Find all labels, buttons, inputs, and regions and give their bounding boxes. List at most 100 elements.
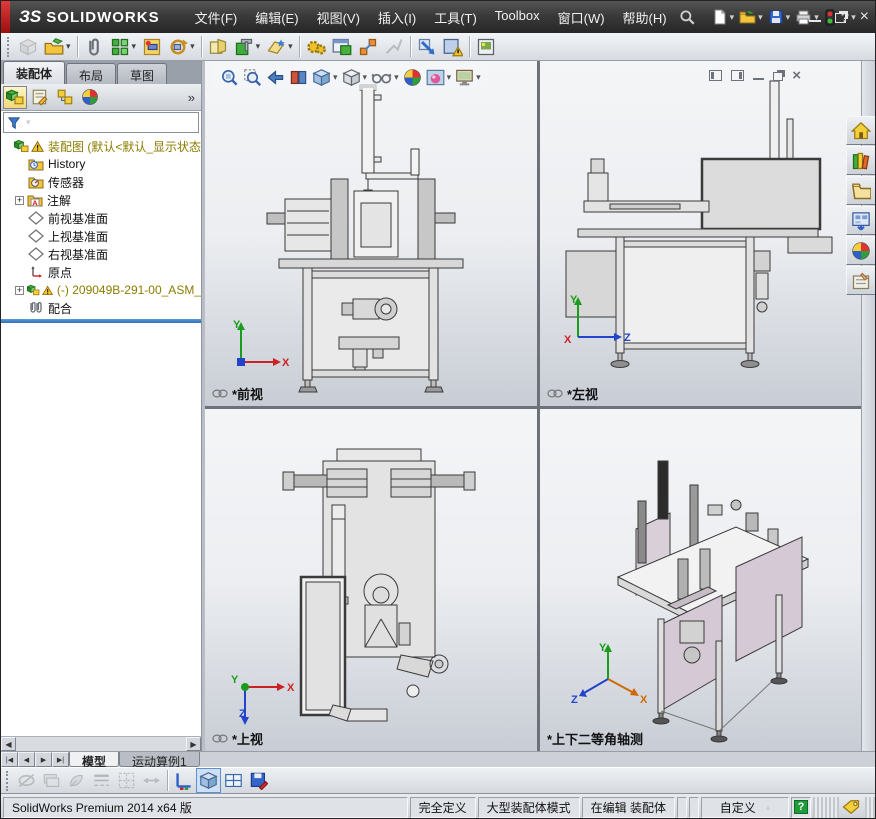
file-explorer-icon[interactable]: [846, 176, 875, 205]
previous-view-button[interactable]: [265, 67, 286, 88]
viewport-horizontal-splitter[interactable]: [205, 406, 861, 409]
search-icon[interactable]: [678, 8, 696, 26]
shaded-display-button[interactable]: [196, 768, 221, 793]
tree-item-sensors[interactable]: 传感器: [1, 173, 201, 191]
solidworks-resources-home-icon[interactable]: [846, 116, 875, 145]
open-button[interactable]: ▾: [737, 7, 765, 27]
appearances-icon[interactable]: [846, 236, 875, 265]
viewport-front[interactable]: Y X *前视: [205, 61, 537, 406]
linear-component-pattern-button[interactable]: ▾: [107, 34, 140, 60]
propertymanager-tab[interactable]: [28, 86, 52, 109]
expand-icon[interactable]: +: [15, 285, 24, 295]
displaymanager-tab[interactable]: [78, 86, 102, 109]
mate-button[interactable]: [81, 34, 107, 60]
view-palette-icon[interactable]: [846, 206, 875, 235]
scroll-track[interactable]: [16, 737, 186, 751]
tag-icon[interactable]: [841, 798, 861, 816]
show-hidden-components-button[interactable]: [205, 34, 231, 60]
next-tab-button[interactable]: ▶: [35, 752, 52, 767]
section-view-button[interactable]: [288, 67, 309, 88]
save-button[interactable]: ▾: [766, 7, 793, 27]
bill-of-materials-button[interactable]: [329, 34, 355, 60]
featuremanager-tab[interactable]: [3, 85, 27, 109]
toolbar-grip[interactable]: [6, 770, 11, 791]
toolbar-grip[interactable]: [7, 36, 12, 57]
status-custom-dropdown[interactable]: 自定义 ▴: [701, 796, 789, 818]
tree-item-mates[interactable]: 配合: [1, 299, 201, 317]
viewport-left[interactable]: Y Z X *左视: [540, 61, 861, 406]
doc-close-button[interactable]: ×: [792, 68, 801, 83]
tree-item-top-plane[interactable]: 上视基准面: [1, 227, 201, 245]
reference-geometry-button[interactable]: ▾: [263, 34, 296, 60]
open-insert-button[interactable]: ▾: [41, 34, 74, 60]
tree-item-assembly-root[interactable]: 装配图 (默认<默认_显示状态: [1, 137, 201, 155]
first-tab-button[interactable]: |◀: [1, 752, 18, 767]
expand-icon[interactable]: +: [15, 195, 24, 205]
assembly-xpert-button[interactable]: [440, 34, 466, 60]
panel-horizontal-scrollbar: ◀ ▶: [1, 736, 201, 751]
tab-layout[interactable]: 布局: [66, 63, 117, 84]
menu-file[interactable]: 文件(F): [186, 3, 247, 32]
tree-item-right-plane[interactable]: 右视基准面: [1, 245, 201, 263]
edit-appearance-button[interactable]: [402, 67, 423, 88]
tab-assembly[interactable]: 装配体: [3, 61, 66, 84]
collapse-left-pane-button[interactable]: [709, 70, 723, 81]
zoom-to-fit-button[interactable]: [219, 67, 240, 88]
menu-tools[interactable]: 工具(T): [425, 3, 486, 32]
menu-toolbox[interactable]: Toolbox: [486, 3, 549, 32]
viewport-isometric[interactable]: Y X Z *上下二等角轴测: [540, 409, 861, 751]
coordinate-system-button[interactable]: [171, 768, 196, 793]
status-editing: 在编辑 装配体: [581, 796, 675, 818]
new-document-button[interactable]: ▾: [710, 7, 737, 27]
menu-help[interactable]: 帮助(H): [614, 3, 676, 32]
interference-detection-button[interactable]: [414, 34, 440, 60]
hide-show-items-button[interactable]: ▾: [370, 67, 400, 88]
doc-minimize-button[interactable]: [753, 71, 765, 80]
design-library-icon[interactable]: [846, 146, 875, 175]
tree-item-origin[interactable]: 原点: [1, 263, 201, 281]
snapshot-button[interactable]: [473, 34, 499, 60]
view-orientation-button[interactable]: ▾: [311, 67, 339, 88]
exploded-view-button[interactable]: [355, 34, 381, 60]
menu-window[interactable]: 窗口(W): [549, 3, 614, 32]
scroll-left-button[interactable]: ◀: [1, 737, 16, 751]
apply-scene-button[interactable]: ▾: [425, 67, 453, 88]
doc-restore-button[interactable]: [773, 72, 784, 81]
move-component-button[interactable]: ▾: [165, 34, 198, 60]
smart-fasteners-button[interactable]: [139, 34, 165, 60]
menu-view[interactable]: 视图(V): [308, 3, 369, 32]
triad-isometric: Y X Z: [571, 642, 648, 706]
tree-item-component[interactable]: + (-) 209049B-291-00_ASM_: [1, 281, 201, 299]
last-tab-button[interactable]: ▶|: [52, 752, 69, 767]
prev-tab-button[interactable]: ◀: [18, 752, 35, 767]
custom-properties-icon[interactable]: [846, 266, 875, 295]
menu-edit[interactable]: 编辑(E): [246, 3, 307, 32]
history-folder-icon: [28, 159, 44, 171]
quick-tips-button[interactable]: ?: [791, 796, 811, 818]
minimize-button[interactable]: [808, 12, 821, 22]
more-tabs-chevron[interactable]: »: [188, 90, 195, 105]
grid-settings-button[interactable]: [221, 768, 246, 793]
tab-sketch[interactable]: 草图: [117, 63, 168, 84]
tab-motion-study[interactable]: 运动算例1: [119, 752, 200, 769]
tree-filter[interactable]: ▾: [3, 112, 199, 133]
insert-component-icon: [15, 34, 41, 60]
scroll-right-button[interactable]: ▶: [186, 737, 201, 751]
save-table-button[interactable]: [246, 768, 271, 793]
configurationmanager-tab[interactable]: [53, 86, 77, 109]
tree-item-front-plane[interactable]: 前视基准面: [1, 209, 201, 227]
menu-insert[interactable]: 插入(I): [369, 3, 425, 32]
tab-model[interactable]: 模型: [69, 752, 120, 769]
tree-item-history[interactable]: History: [1, 155, 201, 173]
collapse-right-pane-button[interactable]: [731, 70, 745, 81]
view-settings-button[interactable]: ▾: [454, 67, 482, 88]
restore-button[interactable]: [834, 13, 846, 23]
zoom-to-area-button[interactable]: [242, 67, 263, 88]
new-motion-study-button[interactable]: [303, 34, 329, 60]
assembly-features-button[interactable]: ▾: [231, 34, 264, 60]
close-button[interactable]: ×: [860, 9, 869, 25]
viewport-top[interactable]: X Z Y *上视: [205, 409, 537, 751]
display-style-button[interactable]: ▾: [341, 67, 369, 88]
tree-item-annotations[interactable]: + A 注解: [1, 191, 201, 209]
filter-dropdown-icon[interactable]: ▾: [26, 117, 31, 128]
